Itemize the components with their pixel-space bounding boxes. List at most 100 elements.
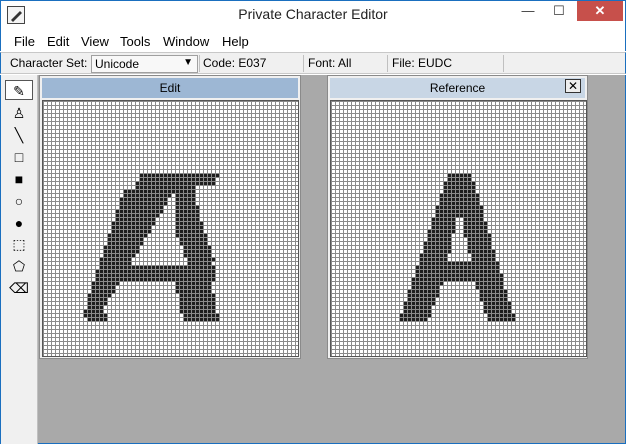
reference-window[interactable]: Reference ✕: [327, 75, 588, 359]
info-bar: Character Set: Unicode ▼ Code: E037 Font…: [0, 52, 626, 74]
menu-file[interactable]: File: [14, 34, 35, 49]
glyph-cell: [416, 306, 419, 309]
glyph-cell: [400, 318, 403, 321]
glyph-cell: [440, 250, 443, 253]
glyph-cell: [432, 270, 435, 273]
hollow-rectangle-tool-icon[interactable]: □: [5, 147, 33, 167]
glyph-cell: [144, 178, 147, 181]
glyph-cell: [472, 234, 475, 237]
glyph-cell: [180, 274, 183, 277]
freeform-selection-tool-icon[interactable]: ⬠: [5, 256, 33, 276]
glyph-cell: [192, 198, 195, 201]
edit-window[interactable]: Edit: [39, 75, 301, 359]
reference-grid[interactable]: [330, 100, 587, 357]
glyph-cell: [208, 254, 211, 257]
line-tool-icon[interactable]: ╲: [5, 125, 33, 145]
glyph-cell: [88, 302, 91, 305]
glyph-cell: [488, 246, 491, 249]
menu-window[interactable]: Window: [163, 34, 209, 49]
glyph-cell: [164, 202, 167, 205]
glyph-cell: [152, 190, 155, 193]
glyph-cell: [96, 318, 99, 321]
glyph-cell: [116, 278, 119, 281]
glyph-cell: [144, 218, 147, 221]
glyph-cell: [480, 230, 483, 233]
menu-tools[interactable]: Tools: [120, 34, 150, 49]
glyph-cell: [132, 226, 135, 229]
glyph-cell: [124, 190, 127, 193]
glyph-cell: [496, 262, 499, 265]
glyph-cell: [136, 226, 139, 229]
glyph-cell: [208, 266, 211, 269]
glyph-cell: [160, 174, 163, 177]
glyph-cell: [208, 290, 211, 293]
glyph-cell: [152, 278, 155, 281]
glyph-cell: [420, 254, 423, 257]
brush-tool-icon[interactable]: ♙: [5, 103, 33, 123]
glyph-cell: [128, 198, 131, 201]
eraser-tool-icon[interactable]: ⌫: [5, 278, 33, 298]
menu-help[interactable]: Help: [222, 34, 249, 49]
edit-grid[interactable]: [42, 100, 299, 357]
glyph-cell: [136, 190, 139, 193]
glyph-cell: [488, 290, 491, 293]
glyph-cell: [100, 310, 103, 313]
glyph-cell: [196, 234, 199, 237]
maximize-button[interactable]: ☐: [545, 1, 573, 21]
glyph-cell: [456, 266, 459, 269]
menu-view[interactable]: View: [81, 34, 109, 49]
glyph-cell: [488, 238, 491, 241]
glyph-cell: [420, 262, 423, 265]
glyph-cell: [196, 298, 199, 301]
glyph-cell: [144, 198, 147, 201]
glyph-cell: [192, 310, 195, 313]
glyph-cell: [120, 222, 123, 225]
glyph-cell: [184, 210, 187, 213]
glyph-cell: [452, 218, 455, 221]
glyph-cell: [184, 318, 187, 321]
glyph-cell: [472, 202, 475, 205]
reference-close-button[interactable]: ✕: [565, 79, 581, 93]
glyph-cell: [132, 198, 135, 201]
glyph-cell: [160, 266, 163, 269]
glyph-cell: [192, 290, 195, 293]
glyph-cell: [92, 290, 95, 293]
pencil-tool-icon[interactable]: ✎: [5, 80, 33, 100]
glyph-cell: [160, 190, 163, 193]
minimize-button[interactable]: —: [514, 1, 542, 21]
glyph-cell: [412, 278, 415, 281]
glyph-cell: [160, 186, 163, 189]
glyph-cell: [84, 314, 87, 317]
glyph-cell: [132, 194, 135, 197]
glyph-cell: [472, 250, 475, 253]
glyph-cell: [104, 318, 107, 321]
glyph-cell: [476, 266, 479, 269]
glyph-cell: [132, 202, 135, 205]
glyph-cell: [136, 242, 139, 245]
glyph-cell: [144, 174, 147, 177]
glyph-cell: [128, 246, 131, 249]
glyph-cell: [192, 282, 195, 285]
glyph-cell: [476, 238, 479, 241]
glyph-cell: [188, 298, 191, 301]
glyph-cell: [456, 278, 459, 281]
hollow-ellipse-tool-icon[interactable]: ○: [5, 191, 33, 211]
charset-select[interactable]: Unicode ▼: [91, 55, 198, 73]
rectangular-selection-tool-icon[interactable]: ⬚: [5, 234, 33, 254]
glyph-cell: [128, 218, 131, 221]
glyph-cell: [188, 206, 191, 209]
glyph-cell: [180, 222, 183, 225]
glyph-cell: [408, 294, 411, 297]
glyph-cell: [200, 306, 203, 309]
close-button[interactable]: ✕: [577, 1, 623, 21]
glyph-cell: [488, 294, 491, 297]
glyph-cell: [124, 274, 127, 277]
glyph-cell: [412, 310, 415, 313]
menu-edit[interactable]: Edit: [47, 34, 69, 49]
glyph-cell: [116, 214, 119, 217]
glyph-cell: [448, 182, 451, 185]
filled-ellipse-tool-icon[interactable]: ●: [5, 213, 33, 233]
glyph-cell: [96, 278, 99, 281]
glyph-cell: [160, 206, 163, 209]
filled-rectangle-tool-icon[interactable]: ■: [5, 169, 33, 189]
